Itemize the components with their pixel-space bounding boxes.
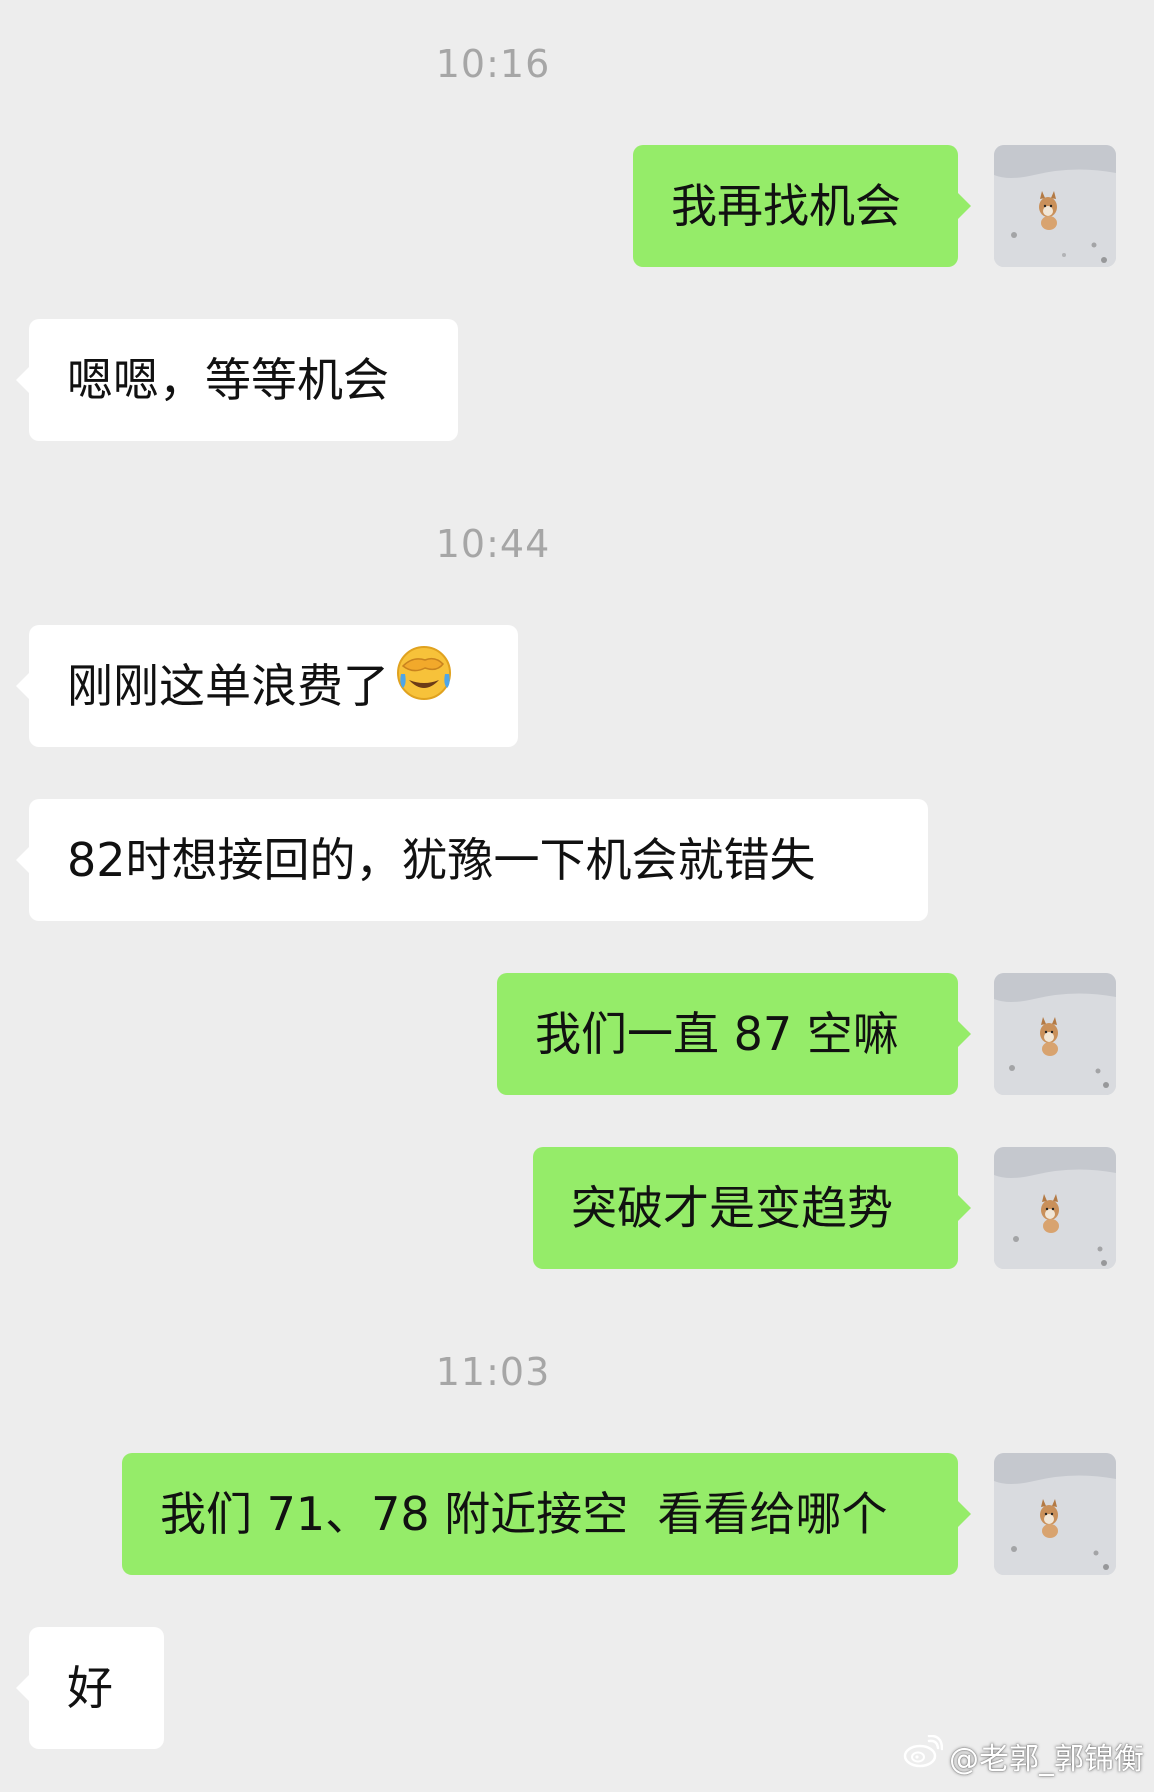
- watermark: @老郭_郭锦衡: [903, 1734, 1144, 1778]
- dog-in-snow-icon: [994, 145, 1116, 267]
- message-bubble-sent[interactable]: 我们一直 87 空嘛: [497, 973, 971, 1095]
- message-bubble-received[interactable]: 好: [16, 1627, 164, 1749]
- face-palm-crying-emoji-icon: [395, 625, 453, 747]
- watermark-text: @老郭_郭锦衡: [949, 1742, 1144, 1777]
- message-text: 好: [67, 1661, 113, 1715]
- message-text: 刚刚这单浪费了: [67, 659, 389, 713]
- avatar[interactable]: [994, 1453, 1116, 1575]
- timestamp: 10:44: [435, 522, 551, 566]
- message-text: 嗯嗯，等等机会: [67, 353, 389, 407]
- avatar[interactable]: [994, 145, 1116, 267]
- dog-in-snow-icon: [994, 973, 1116, 1095]
- message-bubble-received[interactable]: 嗯嗯，等等机会: [16, 319, 458, 441]
- dog-in-snow-icon: [994, 1147, 1116, 1269]
- message-bubble-sent[interactable]: 我们 71、78 附近接空 看看给哪个: [122, 1453, 971, 1575]
- message-bubble-received[interactable]: 82时想接回的，犹豫一下机会就错失: [16, 799, 928, 921]
- message-bubble-sent[interactable]: 我再找机会: [633, 145, 971, 267]
- message-text: 我再找机会: [671, 179, 901, 233]
- timestamp: 10:16: [435, 42, 551, 86]
- message-bubble-received[interactable]: 刚刚这单浪费了: [16, 625, 518, 747]
- message-text: 突破才是变趋势: [571, 1181, 893, 1235]
- avatar[interactable]: [994, 973, 1116, 1095]
- dog-in-snow-icon: [994, 1453, 1116, 1575]
- weibo-icon: [903, 1734, 944, 1777]
- message-text: 我们 71、78 附近接空 看看给哪个: [160, 1487, 888, 1541]
- message-bubble-sent[interactable]: 突破才是变趋势: [533, 1147, 971, 1269]
- avatar[interactable]: [994, 1147, 1116, 1269]
- message-text: 我们一直 87 空嘛: [535, 1007, 899, 1061]
- message-text: 82时想接回的，犹豫一下机会就错失: [67, 833, 816, 887]
- timestamp: 11:03: [435, 1350, 551, 1394]
